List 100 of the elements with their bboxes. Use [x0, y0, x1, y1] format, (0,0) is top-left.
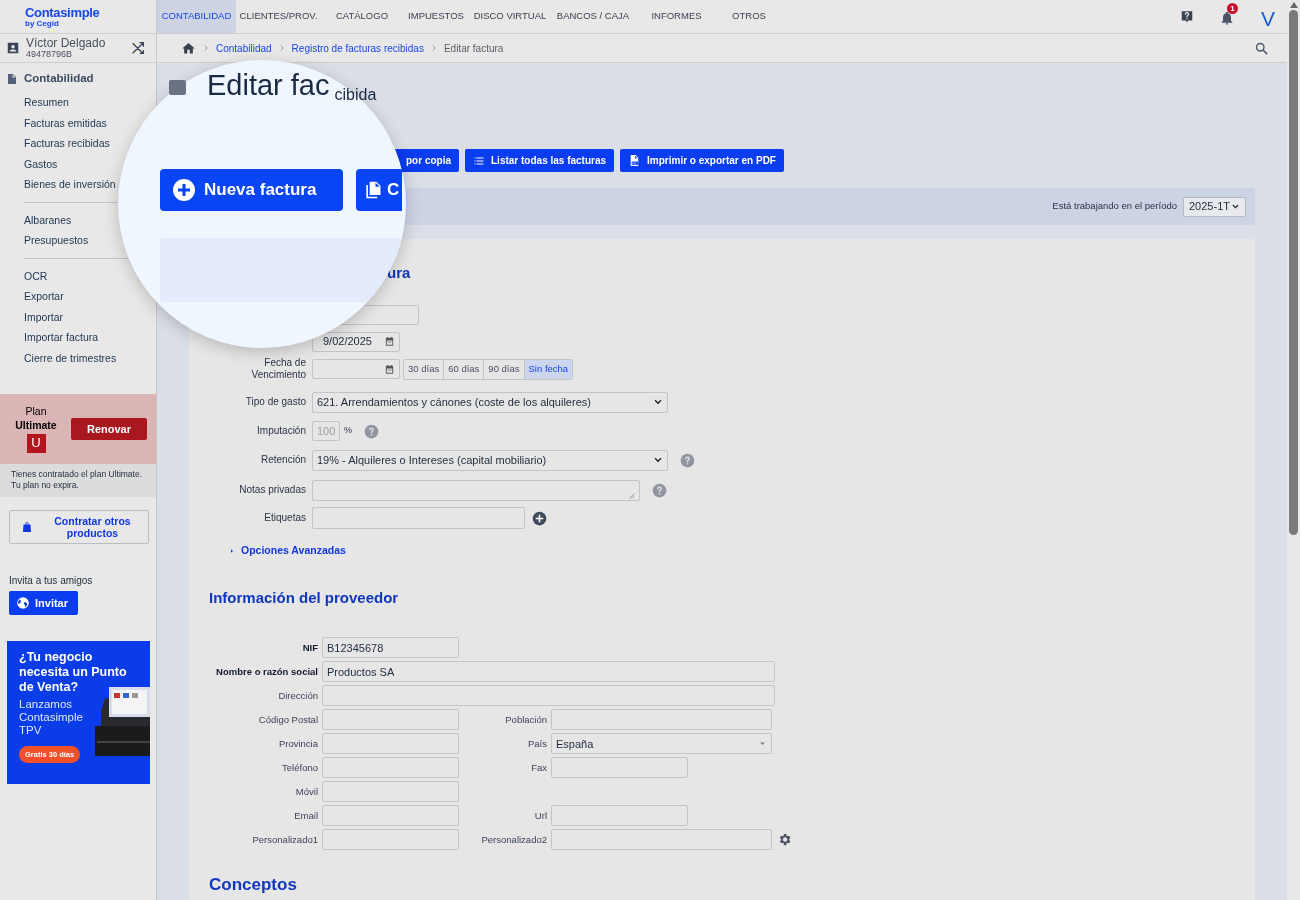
- contact-card-icon: [6, 41, 20, 55]
- help-button[interactable]: [1180, 9, 1194, 25]
- home-icon: [181, 40, 196, 56]
- tags-field[interactable]: [312, 507, 525, 529]
- section-title: Información del proveedor: [209, 587, 400, 608]
- nav-tab[interactable]: CATÁLOGO: [321, 0, 403, 33]
- other-products-button[interactable]: Contratar otros productos: [9, 510, 149, 544]
- text-field[interactable]: [322, 757, 459, 779]
- advanced-options-link[interactable]: Opciones Avanzadas: [229, 543, 369, 559]
- field-label: Etiquetas: [264, 512, 306, 524]
- caret-icon: [229, 547, 235, 554]
- period-select[interactable]: 2025-1T: [1183, 196, 1246, 217]
- due-date-option[interactable]: Sin fecha: [523, 359, 573, 379]
- sidebar-item[interactable]: Cierre de trimestres: [0, 347, 156, 368]
- new-invoice-button[interactable]: Nueva factura: [160, 169, 343, 211]
- field-label: Población: [505, 712, 547, 727]
- page-subtitle: cibida: [334, 87, 377, 103]
- field-label: Provincia: [278, 736, 318, 751]
- field-label: Teléfono: [282, 760, 318, 775]
- nav-tab[interactable]: DISCO VIRTUAL: [469, 0, 551, 33]
- nav-tab[interactable]: CLIENTES/PROV.: [236, 0, 321, 33]
- invite-button[interactable]: Invitar: [9, 591, 78, 615]
- due-date-option[interactable]: 90 días: [483, 359, 524, 379]
- percent-unit: %: [344, 424, 352, 438]
- text-field[interactable]: [322, 781, 459, 803]
- nav-tab[interactable]: OTROS: [718, 0, 780, 33]
- field-label: Notas privadas: [239, 484, 306, 496]
- chevron-down-icon: [653, 397, 663, 407]
- logo-text[interactable]: Contasimple: [25, 6, 156, 19]
- plan-badge: U: [26, 433, 46, 453]
- chevron-down-icon: [1231, 202, 1240, 211]
- field-label: Fax: [531, 760, 547, 775]
- sidebar-section-title[interactable]: Contabilidad: [24, 70, 94, 88]
- text-field[interactable]: [322, 829, 459, 851]
- scroll-up-icon: [1289, 2, 1298, 8]
- chevron-down-icon: [653, 455, 663, 465]
- date-field[interactable]: [312, 359, 400, 379]
- text-field[interactable]: [551, 757, 688, 779]
- text-field[interactable]: Productos SA: [322, 661, 775, 683]
- breadcrumb-link[interactable]: Registro de facturas recibidas: [291, 40, 424, 56]
- field-label: Retención: [260, 454, 306, 466]
- add-icon: [172, 178, 196, 202]
- switch-account-button[interactable]: [130, 40, 146, 56]
- page-title: Editar fac: [207, 71, 330, 100]
- logo-subtitle: by Cegid: [25, 20, 59, 28]
- text-field[interactable]: [551, 829, 772, 851]
- ad-text: Lanzamos Contasimple TPV: [19, 698, 84, 737]
- field-label: Dirección: [278, 688, 318, 703]
- invite-text: Invita a tus amigos: [9, 574, 94, 588]
- plan-note: Tienes contratado el plan Ultimate. Tu plan no expira.: [11, 469, 144, 491]
- select-field[interactable]: 621. Arrendamientos y cánones (coste de los alquileres): [312, 391, 668, 413]
- search-button[interactable]: [1254, 40, 1269, 56]
- due-date-option[interactable]: 60 días: [443, 359, 484, 379]
- notification-badge: 1: [1227, 3, 1238, 14]
- field-label: Fecha de Vencimiento: [250, 357, 306, 381]
- text-field[interactable]: B12345678: [322, 637, 459, 659]
- section-title: ura: [387, 263, 412, 283]
- plan-label: Plan: [25, 405, 47, 419]
- country-select[interactable]: España: [551, 733, 772, 755]
- add-tag-button[interactable]: [532, 510, 547, 526]
- field-label: Móvil: [295, 784, 318, 799]
- page-icon: [169, 80, 186, 95]
- text-field[interactable]: [551, 805, 688, 827]
- field-label: Url: [534, 808, 547, 823]
- field-label: Tipo de gasto: [245, 396, 306, 408]
- settings-button[interactable]: [777, 832, 792, 848]
- text-field[interactable]: [322, 805, 459, 827]
- field-label: Personalizado1: [252, 832, 318, 847]
- breadcrumb-link[interactable]: Contabilidad: [216, 40, 272, 56]
- nav-tab[interactable]: CONTABILIDAD: [157, 0, 236, 33]
- field-label: País: [528, 736, 547, 751]
- resize-handle-icon: [629, 492, 635, 499]
- field-label: Imputación: [257, 425, 306, 437]
- globe-icon: [16, 596, 30, 610]
- field-label: Código Postal: [258, 712, 318, 727]
- field-label: Personalizado2: [481, 832, 547, 847]
- toolbar-button[interactable]: Imprimir o exportar en PDF: [620, 149, 784, 172]
- field-label: Email: [294, 808, 318, 823]
- text-field[interactable]: [551, 709, 772, 731]
- nav-tab[interactable]: INFORMES: [635, 0, 718, 33]
- breadcrumb-link[interactable]: Editar factura: [443, 40, 504, 56]
- copy-invoice-button[interactable]: C: [356, 169, 402, 211]
- calendar-icon: [384, 336, 395, 347]
- due-date-option[interactable]: 30 días: [404, 359, 444, 379]
- toolbar-button[interactable]: Listar todas las facturas: [465, 149, 615, 172]
- notes-field[interactable]: [312, 479, 640, 501]
- text-field[interactable]: [322, 685, 775, 707]
- select-field[interactable]: 19% - Alquileres o Intereses (capital mobiliario): [312, 449, 668, 471]
- renew-button[interactable]: Renovar: [71, 418, 147, 440]
- text-field[interactable]: [322, 733, 459, 755]
- nav-tab[interactable]: BANCOS / CAJA: [551, 0, 635, 33]
- nav-tab[interactable]: IMPUESTOS: [403, 0, 469, 33]
- notifications-button[interactable]: [1219, 10, 1235, 26]
- user-name: Víctor Delgado: [26, 37, 107, 49]
- text-field[interactable]: [322, 709, 459, 731]
- field-label: NIF: [302, 640, 318, 655]
- document-icon: [6, 72, 18, 86]
- ad-headline: ¿Tu negocio necesita un Punto de Venta?: [19, 650, 128, 695]
- section-title: Conceptos: [209, 874, 298, 897]
- shopping-bag-icon: [21, 520, 33, 534]
